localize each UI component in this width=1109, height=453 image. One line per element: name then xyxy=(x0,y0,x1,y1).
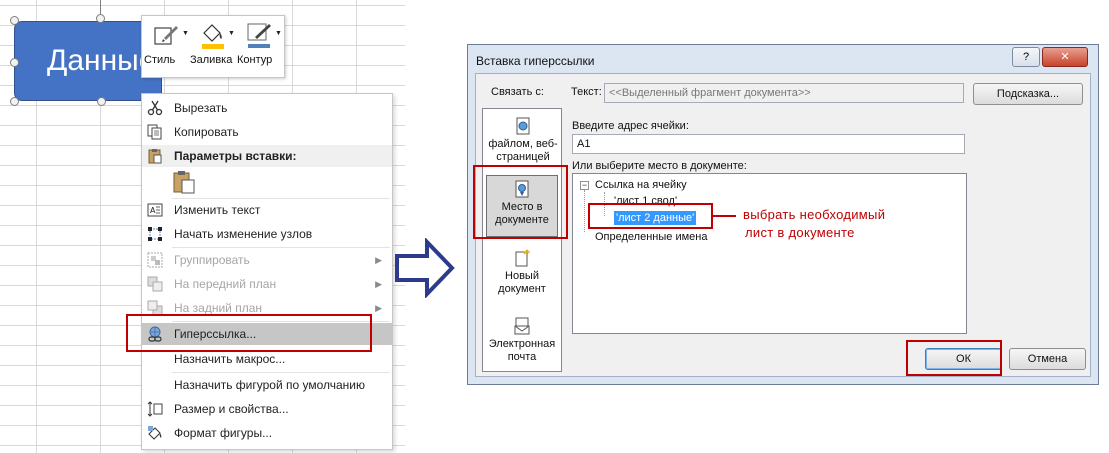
size-properties-icon xyxy=(147,401,163,417)
menu-item-edit-text[interactable]: A Изменить текст xyxy=(142,199,392,221)
document-place-tree[interactable]: − Ссылка на ячейку 'лист 1 свод' 'лист 2… xyxy=(572,173,967,334)
clipboard-icon xyxy=(148,149,162,164)
highlight-box-place-in-document xyxy=(473,165,568,239)
shape-rectangle[interactable]: Данные xyxy=(14,21,162,101)
email-icon xyxy=(514,317,530,335)
link-type-file-webpage[interactable]: файлом, веб-страницей xyxy=(486,117,560,164)
rotation-handle[interactable] xyxy=(96,14,105,23)
svg-text:A: A xyxy=(150,206,156,215)
link-to-panel: файлом, веб-страницей Место в документе … xyxy=(482,108,562,372)
bring-forward-icon xyxy=(147,276,163,292)
tree-node-cell-reference[interactable]: Ссылка на ячейку xyxy=(595,178,687,192)
menu-item-edit-points[interactable]: Начать изменение узлов xyxy=(142,223,392,245)
pen-outline-icon xyxy=(247,23,271,48)
edit-points-icon xyxy=(148,227,162,241)
shape-style-icon xyxy=(154,26,178,45)
help-icon: ? xyxy=(1022,51,1030,63)
copy-icon xyxy=(147,124,162,140)
arrow-right-icon xyxy=(395,238,455,298)
link-to-label: Связать с: xyxy=(491,86,544,98)
display-text-field[interactable]: <<Выделенный фрагмент документа>> xyxy=(604,83,964,103)
group-icon xyxy=(147,252,163,268)
text-label: Текст: xyxy=(571,86,602,98)
resize-handle-bottom-left[interactable] xyxy=(10,97,19,106)
screentip-button[interactable]: Подсказка... xyxy=(973,83,1083,105)
paste-icon[interactable] xyxy=(172,170,196,194)
edit-text-icon: A xyxy=(147,203,163,217)
fill-button[interactable]: ▼ Заливка xyxy=(190,20,236,74)
menu-item-size-properties[interactable]: Размер и свойства... xyxy=(142,398,392,420)
paint-bucket-icon xyxy=(202,24,224,49)
menu-item-group[interactable]: Группировать ▶ xyxy=(142,249,392,271)
resize-handle-left[interactable] xyxy=(10,58,19,67)
highlight-box-ok xyxy=(906,340,1002,376)
menu-item-set-default-shape[interactable]: Назначить фигурой по умолчанию xyxy=(142,374,392,396)
menu-item-bring-forward[interactable]: На передний план ▶ xyxy=(142,273,392,295)
style-button[interactable]: ▼ Стиль xyxy=(144,20,190,74)
new-document-icon xyxy=(515,249,530,267)
highlight-box-sheet2 xyxy=(588,203,713,229)
mini-toolbar: ▼ Стиль ▼ Заливка ▼ Контур xyxy=(141,15,285,78)
annotation-line xyxy=(712,215,736,217)
paste-options-header: Параметры вставки: xyxy=(142,145,392,167)
place-in-document-label: Или выберите место в документе: xyxy=(572,160,747,172)
submenu-arrow-icon: ▶ xyxy=(375,303,382,313)
menu-item-format-shape[interactable]: Формат фигуры... xyxy=(142,422,392,444)
annotation-line1: выбрать необходимый xyxy=(743,207,886,222)
resize-handle-bottom[interactable] xyxy=(97,97,106,106)
link-type-new-document[interactable]: Новый документ xyxy=(486,249,558,296)
format-shape-icon xyxy=(148,426,162,440)
close-button[interactable]: ✕ xyxy=(1042,47,1088,67)
shape-text: Данные xyxy=(47,44,156,77)
menu-item-cut[interactable]: Вырезать xyxy=(142,97,392,119)
context-menu: Вырезать Копировать Параметры вставки: A… xyxy=(141,93,393,450)
tree-node-defined-names[interactable]: Определенные имена xyxy=(595,230,707,244)
annotation-line2: лист в документе xyxy=(745,225,855,240)
dialog-title: Вставка гиперссылки xyxy=(476,54,595,68)
cancel-button[interactable]: Отмена xyxy=(1009,348,1086,370)
submenu-arrow-icon: ▶ xyxy=(375,255,382,265)
close-icon: ✕ xyxy=(1060,51,1070,63)
scissors-icon xyxy=(147,100,163,116)
globe-page-icon xyxy=(516,117,530,135)
menu-item-copy[interactable]: Копировать xyxy=(142,121,392,143)
cell-reference-input[interactable]: A1 xyxy=(572,134,965,154)
help-button[interactable]: ? xyxy=(1012,47,1040,67)
resize-handle-top-left[interactable] xyxy=(10,16,19,25)
tree-connector xyxy=(584,190,586,232)
submenu-arrow-icon: ▶ xyxy=(375,279,382,289)
outline-button[interactable]: ▼ Контур xyxy=(237,20,283,74)
link-type-email[interactable]: Электронная почта xyxy=(486,317,558,364)
cell-reference-label: Введите адрес ячейки: xyxy=(572,120,689,132)
collapse-toggle-icon[interactable]: − xyxy=(580,181,589,190)
menu-separator xyxy=(172,372,390,373)
menu-separator xyxy=(172,247,390,248)
highlight-box-hyperlink xyxy=(126,314,372,352)
